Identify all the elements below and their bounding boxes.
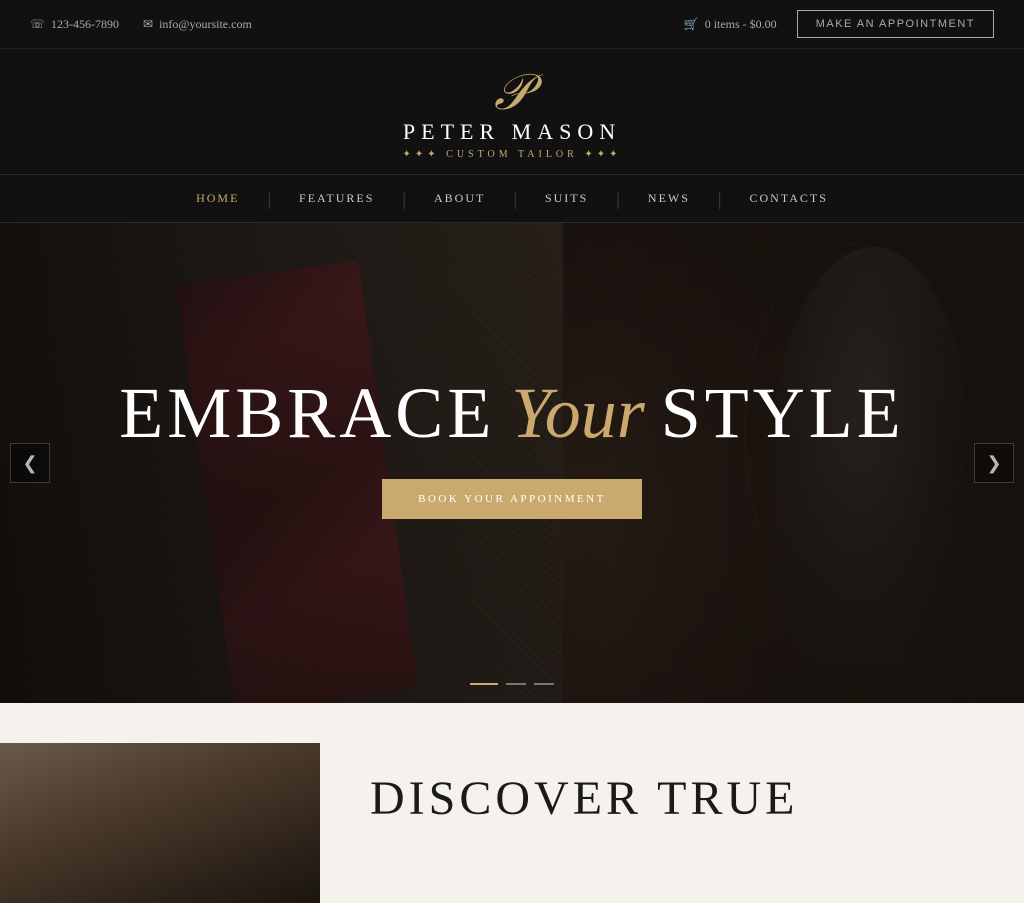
- logo-name: PETER MASON: [30, 119, 994, 145]
- below-fold-image-inner: [0, 743, 320, 903]
- slider-arrow-right[interactable]: ❯: [974, 443, 1014, 483]
- top-bar-actions: 🛒 0 items - $0.00 MAKE AN APPOINTMENT: [684, 10, 994, 38]
- logo-monogram: 𝒫: [30, 67, 994, 117]
- hero-content: EMBRACE Your STYLE BOOK YOUR APPOINMENT: [0, 223, 1024, 703]
- phone-number: 123-456-7890: [51, 17, 119, 32]
- slider-dot-3[interactable]: [534, 683, 554, 685]
- nav-link-contacts[interactable]: CONTACTS: [722, 175, 856, 222]
- email-icon: ✉: [143, 17, 153, 32]
- slider-arrow-left[interactable]: ❮: [10, 443, 50, 483]
- phone-icon: ☏: [30, 17, 45, 32]
- chevron-left-icon: ❮: [22, 453, 37, 474]
- nav-list: HOME | FEATURES | ABOUT | SUITS | NEWS |…: [0, 175, 1024, 222]
- header: 𝒫 PETER MASON ✦✦✦ CUSTOM TAILOR ✦✦✦: [0, 49, 1024, 174]
- main-nav: HOME | FEATURES | ABOUT | SUITS | NEWS |…: [0, 174, 1024, 223]
- hero-title-before: EMBRACE: [119, 373, 495, 453]
- hero-headline: EMBRACE Your STYLE: [119, 377, 904, 449]
- nav-item-news[interactable]: NEWS: [620, 175, 718, 222]
- nav-link-suits[interactable]: SUITS: [517, 175, 616, 222]
- nav-item-suits[interactable]: SUITS: [517, 175, 616, 222]
- email-address: info@yoursite.com: [159, 17, 252, 32]
- below-fold-text: DISCOVER TRUE: [320, 743, 848, 903]
- top-bar-contacts: ☏ 123-456-7890 ✉ info@yoursite.com: [30, 17, 252, 32]
- book-appointment-button[interactable]: BOOK YOUR APPOINMENT: [382, 479, 642, 519]
- email-contact: ✉ info@yoursite.com: [143, 17, 252, 32]
- top-bar: ☏ 123-456-7890 ✉ info@yoursite.com 🛒 0 i…: [0, 0, 1024, 49]
- slider-dots: [470, 683, 554, 685]
- cart-icon: 🛒: [684, 17, 699, 32]
- hero-title-after: STYLE: [661, 373, 905, 453]
- nav-link-about[interactable]: ABOUT: [406, 175, 513, 222]
- nav-link-home[interactable]: HOME: [168, 175, 267, 222]
- phone-contact: ☏ 123-456-7890: [30, 17, 119, 32]
- make-appointment-button[interactable]: MAKE AN APPOINTMENT: [797, 10, 994, 38]
- slider-dot-2[interactable]: [506, 683, 526, 685]
- slider-dot-1[interactable]: [470, 683, 498, 685]
- nav-link-features[interactable]: FEATURES: [271, 175, 402, 222]
- chevron-right-icon: ❯: [986, 453, 1001, 474]
- logo-subtitle: ✦✦✦ CUSTOM TAILOR ✦✦✦: [30, 149, 994, 160]
- hero-section: EMBRACE Your STYLE BOOK YOUR APPOINMENT …: [0, 223, 1024, 703]
- nav-item-contacts[interactable]: CONTACTS: [722, 175, 856, 222]
- cart-info: 🛒 0 items - $0.00: [684, 17, 777, 32]
- discover-title: DISCOVER TRUE: [370, 773, 798, 826]
- hero-title-italic: Your: [511, 373, 644, 453]
- cart-count: 0 items - $0.00: [705, 17, 777, 32]
- below-fold-section: DISCOVER TRUE: [0, 703, 1024, 903]
- nav-item-about[interactable]: ABOUT: [406, 175, 513, 222]
- nav-link-news[interactable]: NEWS: [620, 175, 718, 222]
- nav-item-home[interactable]: HOME: [168, 175, 267, 222]
- nav-item-features[interactable]: FEATURES: [271, 175, 402, 222]
- below-fold-image: [0, 743, 320, 903]
